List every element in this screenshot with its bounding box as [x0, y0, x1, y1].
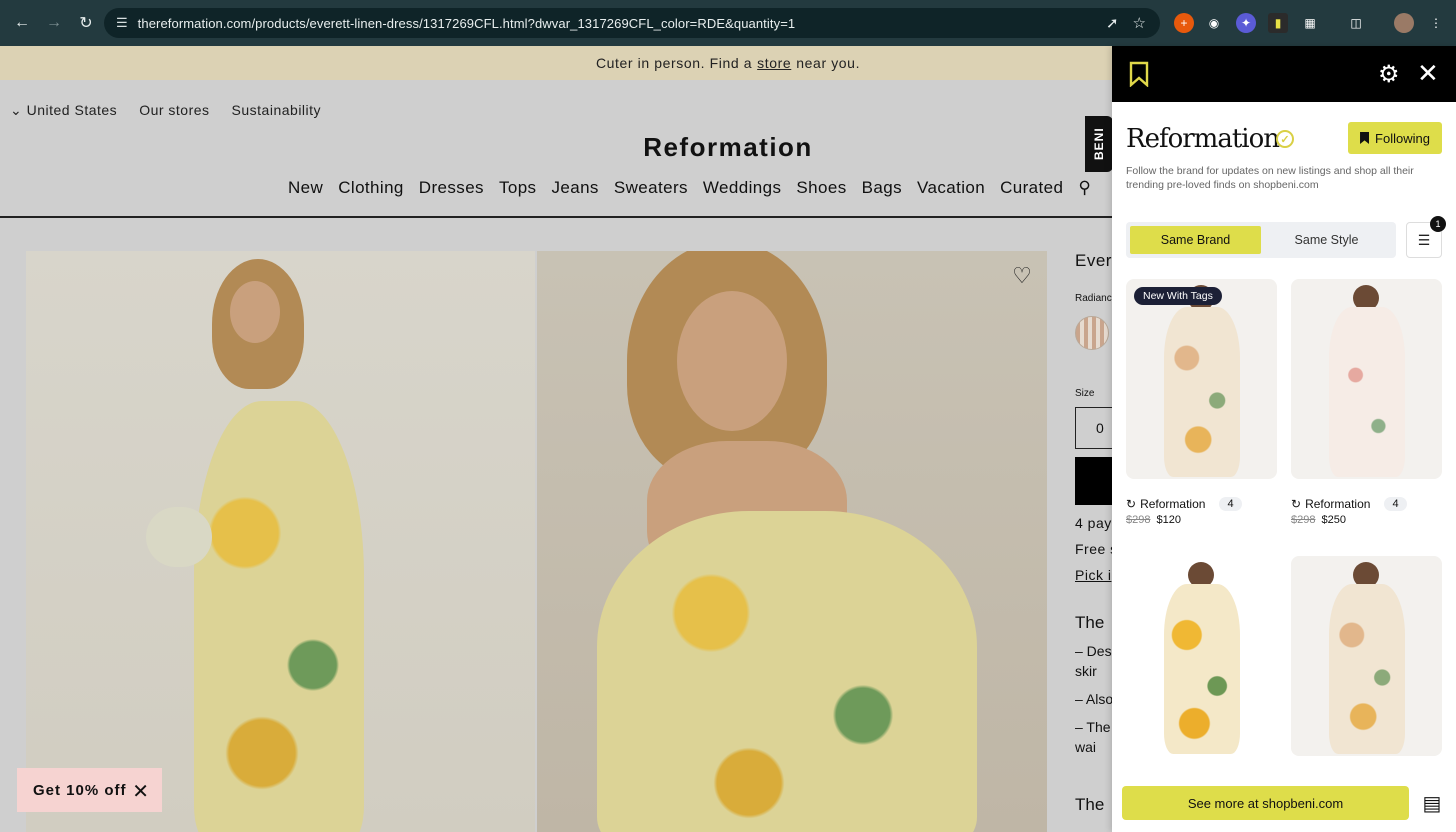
utility-nav: ⌄ United States Our stores Sustainabilit…: [10, 102, 321, 119]
refresh-icon: ↻: [1291, 497, 1302, 511]
nav-weddings[interactable]: Weddings: [703, 178, 782, 198]
extension-layers-icon[interactable]: ◉: [1204, 13, 1224, 33]
extension-beni-icon[interactable]: ▮: [1268, 13, 1288, 33]
listing-image[interactable]: [1126, 556, 1277, 756]
dress-illustration: [1164, 584, 1240, 754]
site-info-icon[interactable]: ☰: [116, 15, 128, 31]
nav-shoes[interactable]: Shoes: [796, 178, 846, 198]
country-selector[interactable]: ⌄ United States: [10, 102, 117, 119]
listing-brand: Reformation: [1305, 497, 1371, 511]
cast-icon[interactable]: ◫: [1346, 13, 1366, 33]
following-label: Following: [1375, 130, 1430, 146]
verified-check-icon: ✓: [1276, 130, 1294, 148]
product-photo-full-length[interactable]: [26, 251, 535, 832]
listing-meta: ↻ Reformation 4: [1126, 497, 1277, 511]
panel-header: ⚙ ✕: [1112, 46, 1456, 102]
gear-icon[interactable]: ⚙: [1378, 60, 1400, 89]
listing-card[interactable]: [1126, 556, 1277, 756]
menu-kebab-icon[interactable]: ⋮: [1426, 13, 1446, 33]
our-stores-link[interactable]: Our stores: [139, 102, 209, 119]
nav-dresses[interactable]: Dresses: [419, 178, 484, 198]
model-face: [677, 291, 787, 431]
extension-plus-icon[interactable]: +: [1174, 13, 1194, 33]
following-button[interactable]: Following: [1348, 122, 1442, 154]
listing-card[interactable]: ↻ Reformation 4 $298 $250: [1291, 279, 1442, 526]
tab-same-style[interactable]: Same Style: [1261, 226, 1392, 254]
dress-illustration: [1164, 307, 1240, 477]
browser-toolbar: ← → ↻ ☰ thereformation.com/products/ever…: [0, 0, 1456, 46]
search-icon[interactable]: ⚲: [1078, 178, 1091, 198]
brand-description: Follow the brand for updates on new list…: [1126, 165, 1414, 191]
chat-icon[interactable]: ▤: [1419, 790, 1445, 816]
see-more-button[interactable]: See more at shopbeni.com: [1122, 786, 1409, 820]
listing-price: $298 $250: [1291, 514, 1442, 526]
store-link[interactable]: store: [757, 55, 791, 71]
nav-jeans[interactable]: Jeans: [551, 178, 598, 198]
extensions-puzzle-icon[interactable]: ▦: [1300, 13, 1320, 33]
address-bar[interactable]: ☰ thereformation.com/products/everett-li…: [104, 8, 1160, 38]
listing-card[interactable]: [1291, 556, 1442, 756]
nav-clothing[interactable]: Clothing: [338, 178, 404, 198]
close-icon[interactable]: ✕: [132, 779, 150, 804]
filter-count-badge: 1: [1430, 216, 1446, 232]
wishlist-heart-icon[interactable]: ♡: [1009, 263, 1035, 289]
listing-card[interactable]: New With Tags ↻ Reformation 4 $298 $120: [1126, 279, 1277, 526]
color-swatch[interactable]: [1075, 316, 1109, 350]
listing-price: $298 $120: [1126, 514, 1277, 526]
sustainability-link[interactable]: Sustainability: [232, 102, 322, 119]
discount-popup[interactable]: Get 10% off ✕: [17, 768, 162, 812]
close-icon[interactable]: ✕: [1417, 58, 1439, 89]
nav-new[interactable]: New: [288, 178, 323, 198]
bookmark-icon[interactable]: [1129, 61, 1149, 87]
sale-price: $250: [1321, 514, 1347, 526]
nav-sweaters[interactable]: Sweaters: [614, 178, 688, 198]
promo-text-end: near you.: [796, 55, 861, 71]
model-dress: [194, 401, 364, 832]
model-dress: [597, 511, 977, 832]
model-face: [230, 281, 280, 343]
bookmark-icon: [1360, 132, 1370, 144]
promo-text: Cuter in person. Find a: [595, 55, 753, 71]
condition-tag: New With Tags: [1134, 287, 1222, 305]
chevron-down-icon: ⌄: [10, 102, 27, 118]
product-photo-seated[interactable]: ♡: [537, 251, 1047, 832]
reload-icon[interactable]: ↻: [74, 11, 98, 35]
listing-count: 4: [1219, 497, 1242, 511]
nav-tops[interactable]: Tops: [499, 178, 537, 198]
nav-curated[interactable]: Curated: [1000, 178, 1063, 198]
dress-illustration: [1329, 584, 1405, 754]
sale-price: $120: [1156, 514, 1182, 526]
profile-avatar[interactable]: [1394, 13, 1414, 33]
original-price: $298: [1126, 514, 1151, 526]
dress-illustration: [1329, 307, 1405, 477]
nav-bags[interactable]: Bags: [862, 178, 902, 198]
clutch-bag: [146, 507, 212, 567]
brand-name: Reformation: [1126, 124, 1280, 154]
install-icon[interactable]: ➚: [1106, 14, 1119, 32]
listing-brand: Reformation: [1140, 497, 1206, 511]
brand-row: Reformation ✓: [1126, 124, 1294, 154]
back-icon[interactable]: ←: [10, 11, 34, 35]
beni-side-tab[interactable]: BENI: [1085, 116, 1113, 172]
original-price: $298: [1291, 514, 1316, 526]
main-nav: New Clothing Dresses Tops Jeans Sweaters…: [288, 178, 1091, 198]
tab-same-brand[interactable]: Same Brand: [1130, 226, 1261, 254]
nav-vacation[interactable]: Vacation: [917, 178, 985, 198]
listing-image[interactable]: [1291, 279, 1442, 479]
url-text[interactable]: thereformation.com/products/everett-line…: [138, 16, 796, 31]
listing-image[interactable]: [1291, 556, 1442, 756]
extension-star-icon[interactable]: ✦: [1236, 13, 1256, 33]
discount-label[interactable]: Get 10% off: [33, 782, 127, 799]
listing-count: 4: [1384, 497, 1407, 511]
listing-image[interactable]: New With Tags: [1126, 279, 1277, 479]
refresh-icon: ↻: [1126, 497, 1137, 511]
listing-meta: ↻ Reformation 4: [1291, 497, 1442, 511]
forward-icon[interactable]: →: [42, 11, 66, 35]
match-tabs: Same Brand Same Style: [1126, 222, 1396, 258]
bookmark-star-icon[interactable]: ☆: [1133, 14, 1146, 32]
beni-panel: ⚙ ✕ Reformation ✓ Following Follow the b…: [1112, 46, 1456, 832]
